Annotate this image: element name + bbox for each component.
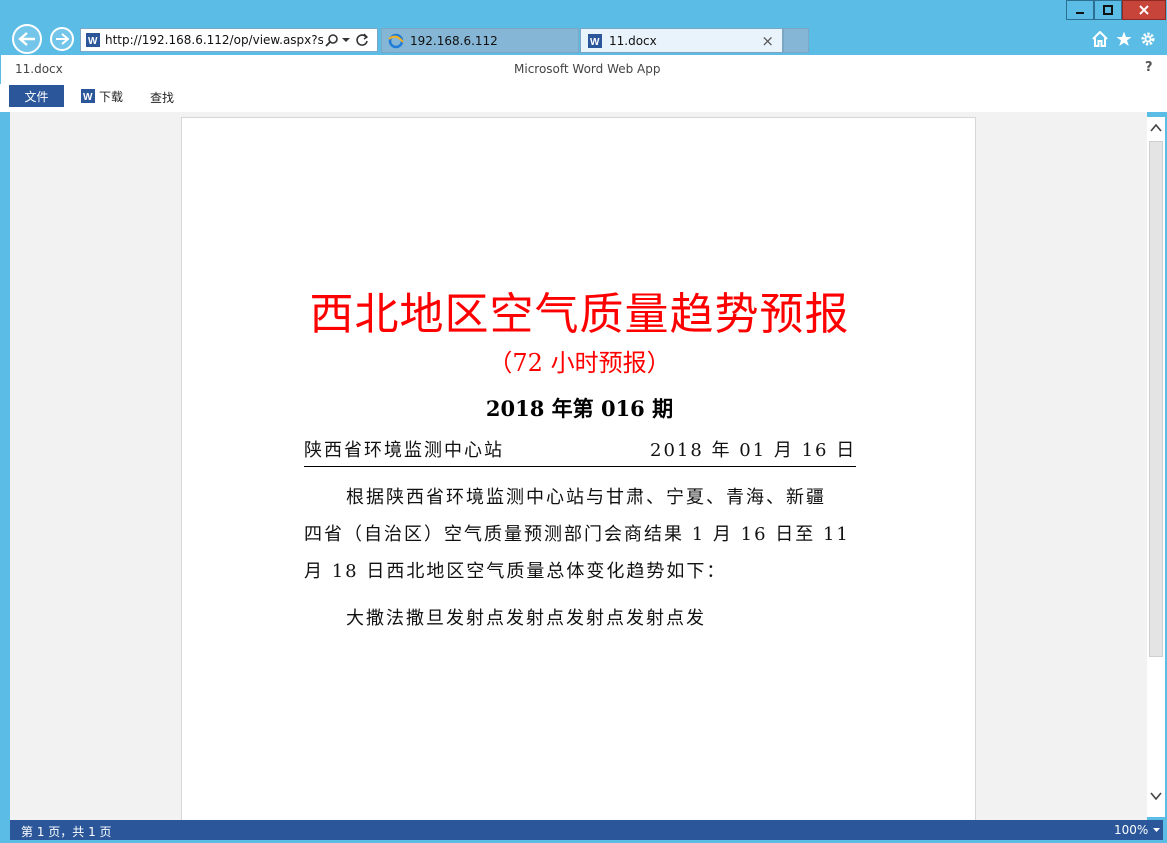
document-page: 西北地区空气质量趋势预报 （72 小时预报） 2018 年第 016 期 陕西省…	[181, 117, 976, 837]
doc-title: 西北地区空气质量趋势预报	[309, 289, 850, 340]
paragraph-1-line-2: 四省（自治区）空气质量预测部门会商结果 1 月 16 日至 11	[304, 524, 850, 545]
scroll-up-icon[interactable]	[1150, 123, 1162, 133]
svg-text:W: W	[83, 92, 93, 103]
app-header: 11.docx Microsoft Word Web App ?	[0, 55, 1167, 85]
maximize-button[interactable]	[1094, 0, 1122, 20]
ie-icon	[388, 33, 404, 48]
svg-text:W: W	[88, 36, 98, 47]
minimize-button[interactable]	[1066, 0, 1094, 20]
status-bar: 第 1 页，共 1 页 100%	[10, 820, 1163, 840]
back-button[interactable]	[12, 24, 42, 54]
home-icon	[1092, 31, 1108, 47]
scrollbar-thumb[interactable]	[1149, 141, 1163, 657]
forward-button[interactable]	[50, 27, 74, 51]
ribbon: 文件 W 下载 查找	[0, 84, 1167, 112]
paragraph-1-line-3: 月 18 日西北地区空气质量总体变化趋势如下：	[304, 561, 727, 582]
home-button[interactable]	[1092, 31, 1108, 47]
maximize-icon	[1103, 5, 1113, 15]
back-arrow-icon	[18, 32, 35, 46]
tab-title: 192.168.6.112	[410, 33, 498, 48]
doc-organization: 陕西省环境监测中心站	[304, 440, 504, 461]
favorites-button[interactable]	[1116, 31, 1132, 47]
find-label: 查找	[150, 91, 175, 105]
doc-subtitle: （72 小时预报）	[488, 349, 671, 377]
forward-arrow-icon	[56, 33, 69, 45]
search-icon[interactable]	[325, 33, 339, 47]
url-text[interactable]: http://192.168.6.112/op/view.aspx?src	[105, 33, 323, 47]
star-icon	[1116, 31, 1132, 46]
zoom-level: 100%	[1114, 823, 1149, 837]
tools-button[interactable]	[1140, 31, 1156, 47]
header-divider	[304, 466, 856, 467]
gear-icon	[1141, 32, 1155, 46]
tab-ip-address[interactable]: 192.168.6.112	[381, 28, 579, 53]
close-window-button[interactable]	[1122, 0, 1166, 20]
download-label: 下载	[99, 89, 124, 104]
word-doc-icon: W	[81, 89, 95, 103]
doc-date: 2018 年 01 月 16 日	[650, 440, 857, 461]
help-button[interactable]: ?	[1145, 60, 1153, 75]
word-doc-icon: W	[588, 33, 602, 48]
paragraph-1-line-1: 根据陕西省环境监测中心站与甘肃、宁夏、青海、新疆	[346, 487, 826, 508]
download-button[interactable]: W 下载	[80, 87, 123, 105]
dropdown-arrow-icon[interactable]	[341, 35, 351, 45]
tab-11-docx[interactable]: W 11.docx ×	[580, 28, 783, 53]
word-doc-icon: W	[86, 33, 100, 47]
zoom-control[interactable]: 100%	[1114, 823, 1161, 837]
find-button[interactable]: 查找	[150, 89, 174, 106]
address-bar[interactable]: W http://192.168.6.112/op/view.aspx?src	[80, 28, 378, 52]
new-tab-button[interactable]	[783, 28, 809, 53]
vertical-scrollbar[interactable]	[1147, 117, 1165, 817]
file-tab[interactable]: 文件	[9, 85, 64, 107]
tab-title: 11.docx	[609, 33, 657, 48]
minimize-icon	[1076, 12, 1084, 14]
page-count: 第 1 页，共 1 页	[21, 825, 112, 839]
document-name: 11.docx	[15, 62, 63, 76]
doc-issue-number: 2018 年第 016 期	[485, 396, 674, 421]
paragraph-2: 大撒法撒旦发射点发射点发射点发射点发	[346, 608, 706, 629]
svg-text:W: W	[590, 37, 600, 48]
app-title: Microsoft Word Web App	[514, 62, 661, 76]
close-tab-button[interactable]: ×	[761, 32, 774, 50]
chevron-down-icon	[1153, 828, 1161, 832]
scroll-down-icon[interactable]	[1150, 791, 1162, 801]
refresh-icon[interactable]	[355, 33, 369, 47]
close-icon	[1139, 5, 1149, 15]
file-tab-label: 文件	[24, 89, 49, 104]
